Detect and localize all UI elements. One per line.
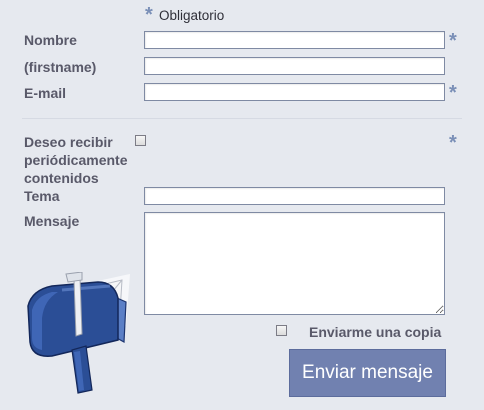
- email-label: E-mail: [24, 85, 67, 101]
- tema-input[interactable]: [144, 187, 445, 205]
- deseo-label: Deseo recibir periódicamente contenidos: [24, 133, 142, 187]
- section-divider: [22, 118, 462, 119]
- deseo-label-line-1: Deseo recibir: [24, 134, 113, 150]
- nombre-required-star-icon: *: [449, 30, 457, 52]
- deseo-label-line-2: periódicamente: [24, 152, 128, 168]
- tema-label: Tema: [24, 188, 60, 204]
- submit-button[interactable]: Enviar mensaje: [289, 349, 446, 397]
- nombre-input[interactable]: [144, 31, 445, 49]
- send-copy-checkbox[interactable]: [276, 325, 287, 336]
- deseo-checkbox[interactable]: [135, 135, 146, 146]
- nombre-label: Nombre: [24, 32, 77, 48]
- mensaje-label: Mensaje: [24, 213, 80, 229]
- required-note-text: Obligatorio: [159, 8, 225, 23]
- firstname-label: (firstname): [24, 59, 97, 75]
- required-note-star-icon: *: [145, 4, 153, 26]
- deseo-label-line-3: contenidos: [24, 170, 99, 186]
- firstname-input[interactable]: [144, 57, 445, 75]
- send-copy-label: Enviarme una copia: [309, 324, 442, 340]
- email-required-star-icon: *: [449, 82, 457, 104]
- mensaje-textarea[interactable]: [144, 212, 445, 315]
- deseo-required-star-icon: *: [449, 132, 457, 154]
- email-input[interactable]: [144, 83, 445, 101]
- mailbox-icon: [27, 272, 130, 394]
